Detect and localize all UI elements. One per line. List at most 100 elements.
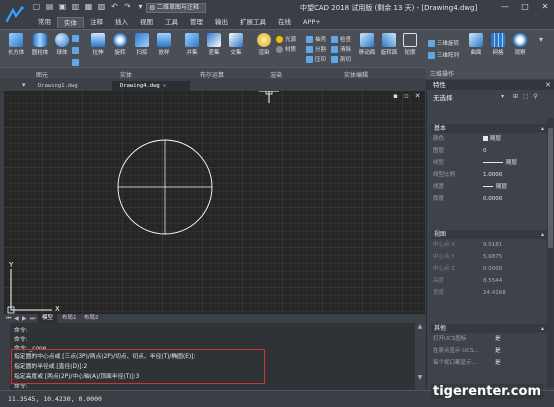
imprint-label: 压印	[315, 57, 327, 63]
section-other[interactable]: 其他 ▴	[431, 324, 547, 333]
prop-row-layer[interactable]: 图层 0	[433, 146, 547, 157]
command-history-line: 命令:	[14, 328, 28, 334]
tab-layout1[interactable]: 布局1	[58, 314, 81, 323]
tab-tools[interactable]: 工具	[159, 17, 184, 28]
close-icon[interactable]: ✕	[545, 80, 551, 90]
prop-value: 5.6875	[483, 254, 503, 260]
prop-row-center-x: 中心点 X 9.0181	[433, 240, 547, 251]
wedge-small-icon[interactable]	[72, 47, 79, 54]
minimize-button[interactable]: —	[500, 2, 510, 12]
print-icon[interactable]: ▦	[84, 2, 93, 11]
material-button[interactable]: 材质	[276, 45, 296, 53]
prop-row-ucs-on[interactable]: 打开UCS图标 是	[433, 334, 547, 345]
doc-tab-label: Drawing1.dwg	[38, 83, 78, 89]
open-file-icon[interactable]: ▤	[45, 2, 54, 11]
imprint-button[interactable]: 压印	[306, 55, 326, 63]
layout-first-icon[interactable]: ⏮	[6, 315, 11, 323]
window-controls: — □ ✕	[500, 2, 550, 12]
prop-row-lineweight[interactable]: 线宽 随层	[433, 182, 547, 193]
shell-button[interactable]: 抽壳	[306, 35, 326, 43]
collapse-icon[interactable]: ▴	[541, 324, 544, 333]
prop-row-thickness[interactable]: 厚度 0.0000	[433, 194, 547, 205]
doc-tab-drawing4[interactable]: Drawing4.dwg ✕	[112, 81, 190, 91]
maximize-button[interactable]: □	[520, 2, 530, 12]
sphere-button[interactable]: 球体	[52, 33, 72, 56]
app-logo-icon[interactable]	[4, 4, 26, 26]
prop-value: 1.0000	[483, 172, 503, 178]
command-scrollbar[interactable]: ▲ ▼	[415, 323, 425, 390]
prop-row-color[interactable]: 颜色 随层	[433, 134, 547, 145]
prop-row-ucs-per-viewport[interactable]: 每个视口都显示... 是	[433, 358, 547, 369]
drawing-canvas[interactable]: ▪ ▫ ✕ Y X	[4, 91, 425, 314]
circle-entity[interactable]	[117, 139, 213, 235]
3d-array-button[interactable]: 三维阵列	[428, 51, 459, 59]
doc-tab-drawing1[interactable]: Drawing1.dwg	[30, 81, 110, 91]
quick-select-icon[interactable]: ⚲	[532, 93, 539, 101]
loft-button[interactable]: 放样	[154, 33, 174, 56]
properties-scrollbar[interactable]	[547, 118, 554, 388]
slice-button[interactable]: 剖切	[331, 55, 351, 63]
prop-key: 线型比例	[433, 172, 456, 178]
ribbon-dropdown-icon[interactable]: ▾	[539, 35, 543, 44]
tab-online[interactable]: 在线	[272, 17, 297, 28]
render-button[interactable]: 渲染	[254, 33, 274, 56]
tab-ext-tools[interactable]: 扩展工具	[234, 17, 272, 28]
chevron-down-icon[interactable]: ▾	[501, 93, 504, 100]
tab-model[interactable]: 模型	[38, 314, 58, 323]
tab-insert[interactable]: 插入	[109, 17, 134, 28]
3d-rotate-button[interactable]: 三维旋转	[428, 39, 459, 47]
panel-3d-ops-label: 三维操作	[430, 71, 455, 78]
scroll-down-icon[interactable]: ▼	[415, 374, 425, 381]
check-label: 检查	[340, 37, 352, 43]
tab-home[interactable]: 常用	[32, 17, 57, 28]
selection-value: 无选择	[433, 94, 453, 102]
outline-button[interactable]: 轮廓	[400, 33, 420, 56]
prop-row-ucs-origin[interactable]: 在原点显示 UCS... 是	[433, 346, 547, 357]
selection-dropdown[interactable]: 无选择	[431, 93, 511, 104]
cone-small-icon[interactable]	[72, 35, 79, 42]
intersect-button[interactable]: 交集	[226, 33, 246, 56]
select-objects-icon[interactable]: ⬚	[522, 93, 529, 101]
command-window[interactable]: 命令: 命令: 命令: _cone 指定圆的中心点或 [三点(3P)/两点(2P…	[10, 323, 415, 390]
collapse-icon[interactable]: ▴	[541, 230, 544, 239]
close-button[interactable]: ✕	[540, 2, 550, 12]
check-button[interactable]: 检查	[331, 35, 351, 43]
layout-prev-icon[interactable]: ◀	[14, 315, 19, 322]
layout-last-icon[interactable]: ⏭	[30, 315, 35, 323]
clean-button[interactable]: 清除	[331, 45, 351, 53]
redo-icon[interactable]: ↷	[123, 2, 132, 11]
scroll-thumb[interactable]	[548, 128, 553, 248]
section-basic[interactable]: 基本 ▴	[431, 124, 547, 133]
tab-app-plus[interactable]: APP+	[297, 17, 327, 28]
light-button[interactable]: 光源	[276, 35, 296, 43]
prop-key: 在原点显示 UCS...	[433, 348, 479, 354]
layout-next-icon[interactable]: ▶	[22, 315, 27, 322]
close-tab-icon[interactable]: ✕	[163, 83, 166, 89]
tab-annotate[interactable]: 注释	[84, 17, 109, 28]
torus-small-icon[interactable]	[72, 59, 79, 66]
collapse-icon[interactable]: ▴	[541, 124, 544, 133]
material-label: 材质	[285, 47, 297, 53]
workspace-select[interactable]: ⚙ 二维草图与注释	[146, 3, 206, 13]
doc-tab-menu-icon[interactable]: ▾	[22, 81, 26, 89]
save-as-icon[interactable]: ▥	[71, 2, 80, 11]
tab-solid[interactable]: 实体	[57, 17, 84, 28]
orbit-button[interactable]: 观察	[510, 33, 530, 56]
undo-icon[interactable]: ↶	[110, 2, 119, 11]
tab-view[interactable]: 视图	[134, 17, 159, 28]
scroll-up-icon[interactable]: ▲	[415, 323, 425, 330]
ribbon-tabs: 常用 实体 注释 插入 视图 工具 管理 输出 扩展工具 在线 APP+	[32, 17, 327, 28]
box-button[interactable]: 长方体	[6, 33, 26, 56]
section-view[interactable]: 视图 ▴	[431, 230, 547, 239]
tab-layout2[interactable]: 布局2	[80, 314, 103, 323]
plot-icon[interactable]: ▧	[97, 2, 106, 11]
prop-row-linetype[interactable]: 线型 随层	[433, 158, 547, 169]
toggle-pickadd-icon[interactable]: ⊞	[512, 93, 519, 101]
separate-button[interactable]: 分割	[306, 45, 326, 53]
save-icon[interactable]: ▣	[58, 2, 67, 11]
prop-row-linetype-scale[interactable]: 线型比例 1.0000	[433, 170, 547, 181]
new-file-icon[interactable]: ▢	[32, 2, 41, 11]
tab-manage[interactable]: 管理	[184, 17, 209, 28]
tab-output[interactable]: 输出	[209, 17, 234, 28]
qat-dropdown-icon[interactable]: ▾	[136, 2, 145, 11]
